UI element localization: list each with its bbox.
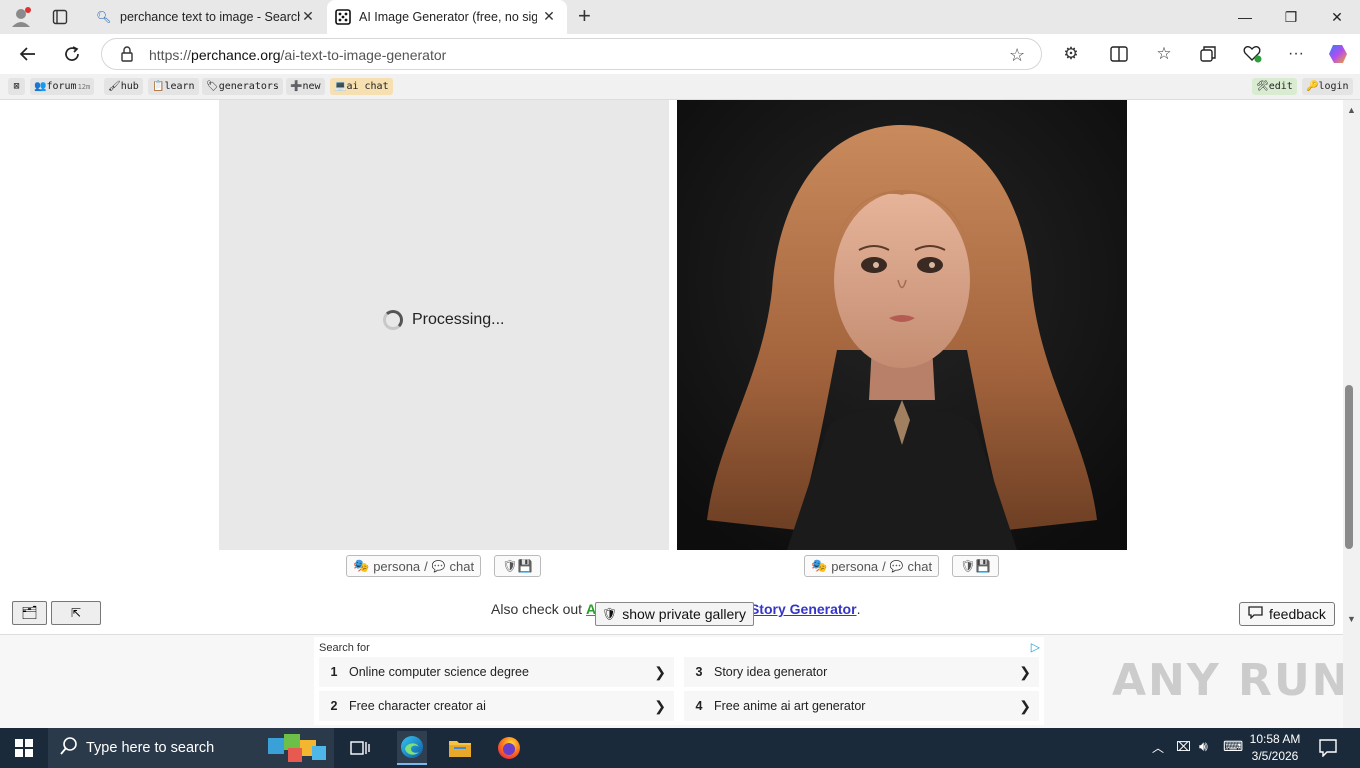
- shield-icon: 🛡: [502, 559, 518, 573]
- close-tab-icon[interactable]: ✕: [300, 8, 316, 24]
- story-generator-link[interactable]: Story Generator: [750, 601, 857, 617]
- chat-icon: 💬: [431, 560, 446, 573]
- search-for-label: Search for: [319, 642, 370, 654]
- notifications-icon[interactable]: [1318, 737, 1338, 762]
- comment-icon: [1248, 606, 1263, 622]
- ad-item[interactable]: 4 Free anime ai art generator ❯: [684, 691, 1039, 721]
- refresh-icon[interactable]: [56, 39, 88, 69]
- toolbar-forum-button[interactable]: 👥 forum 12m: [30, 78, 95, 95]
- ad-choices-icon[interactable]: ▷: [1031, 640, 1040, 654]
- more-menu-icon[interactable]: ···: [1280, 39, 1312, 69]
- task-view-icon[interactable]: [346, 734, 374, 762]
- generated-image[interactable]: [677, 100, 1127, 550]
- browser-essentials-icon[interactable]: [1236, 39, 1268, 69]
- processing-text: Processing...: [412, 311, 505, 328]
- search-ad-box: Search for ▷ 1 Online computer science de…: [314, 637, 1044, 725]
- persona-chat-button-right[interactable]: 🎭 persona / 💬 chat: [804, 555, 940, 577]
- spinner-icon: [383, 310, 403, 330]
- tab-ai-image-generator[interactable]: AI Image Generator (free, no sign ✕: [327, 0, 567, 34]
- tab-title: perchance text to image - Search: [120, 10, 300, 24]
- toolbar-new-button[interactable]: ➕ new: [286, 78, 325, 95]
- scrollbar-thumb[interactable]: [1345, 385, 1353, 549]
- input-method-icon[interactable]: ⌨: [1223, 738, 1243, 755]
- shield-icon: 🛡: [602, 607, 618, 621]
- chevron-right-icon: ❯: [654, 664, 666, 680]
- toolbar-edit-button[interactable]: 🛠 edit: [1252, 78, 1297, 95]
- file-explorer-icon[interactable]: [446, 734, 474, 762]
- toolbar-ai-chat-button[interactable]: 💻 ai chat: [330, 78, 393, 95]
- ad-item[interactable]: 2 Free character creator ai ❯: [319, 691, 674, 721]
- chevron-right-icon: ❯: [1019, 664, 1031, 680]
- perchance-toolbar: ⊠ 👥 forum 12m 🖌 hub 📋 learn 🏷 generators ➕ new…: [0, 74, 1360, 100]
- window-close-icon[interactable]: ✕: [1314, 0, 1360, 34]
- show-hidden-icons-icon[interactable]: ︿: [1152, 739, 1164, 756]
- new-tab-icon[interactable]: +: [578, 5, 598, 28]
- search-icon: [60, 737, 78, 759]
- address-bar[interactable]: https://perchance.org/ai-text-to-image-g…: [101, 38, 1042, 70]
- edge-taskbar-icon[interactable]: [397, 731, 427, 765]
- favorite-star-icon[interactable]: ☆: [1009, 45, 1025, 66]
- chevron-right-icon: ❯: [1019, 698, 1031, 714]
- save-image-button-right[interactable]: 🛡 💾: [952, 555, 999, 577]
- copilot-icon[interactable]: [1322, 39, 1354, 69]
- page-content: Processing... 🎭 persona / 💬 chat 🛡 💾 🎭 p…: [0, 100, 1343, 728]
- show-private-gallery-button[interactable]: 🛡 show private gallery: [595, 602, 754, 626]
- windows-start-icon[interactable]: [10, 734, 38, 762]
- scroll-down-arrow-icon[interactable]: ▼: [1347, 614, 1356, 624]
- volume-icon[interactable]: 🔊︎: [1199, 738, 1208, 755]
- gallery-icon: 🗂: [21, 605, 38, 620]
- toolbar-generators-button[interactable]: 🏷 generators: [202, 78, 283, 95]
- persona-icon: 🎭: [353, 558, 370, 573]
- toolbar-hub-button[interactable]: 🖌 hub: [104, 78, 143, 95]
- windows-taskbar: Type here to search ︿ ⌧ 🔊︎ ⌨ 10:58 AM 3/…: [0, 728, 1360, 768]
- favorites-icon[interactable]: ☆: [1148, 39, 1180, 69]
- search-highlight-icon: [266, 732, 328, 764]
- url-text[interactable]: https://perchance.org/ai-text-to-image-g…: [149, 47, 446, 63]
- taskbar-clock[interactable]: 10:58 AM 3/5/2026: [1245, 731, 1305, 765]
- save-image-button-left[interactable]: 🛡 💾: [494, 555, 541, 577]
- persona-chat-button-left[interactable]: 🎭 persona / 💬 chat: [346, 555, 482, 577]
- tab-actions-icon[interactable]: [52, 9, 68, 25]
- restore-icon[interactable]: ❐: [1268, 0, 1314, 34]
- taskbar-search-box[interactable]: Type here to search: [48, 728, 334, 768]
- close-tab-icon[interactable]: ✕: [541, 8, 557, 24]
- extensions-icon[interactable]: ⚙: [1055, 39, 1087, 69]
- chevron-right-icon: ❯: [654, 698, 666, 714]
- feedback-button[interactable]: feedback: [1239, 602, 1335, 626]
- collections-icon[interactable]: [1192, 39, 1224, 69]
- gallery-toggle-button[interactable]: 🗂: [12, 601, 47, 625]
- anyrun-watermark: ANY RUN: [1112, 655, 1351, 706]
- scroll-up-arrow-icon[interactable]: ▲: [1347, 105, 1356, 115]
- toolbar-login-button[interactable]: 🔑 login: [1302, 78, 1353, 95]
- processing-indicator: Processing...: [383, 310, 504, 330]
- lock-icon[interactable]: [120, 46, 134, 62]
- dice-icon: [335, 9, 351, 25]
- save-icon: 💾: [975, 559, 991, 573]
- chat-icon: 💬: [889, 560, 904, 573]
- ad-item[interactable]: 3 Story idea generator ❯: [684, 657, 1039, 687]
- split-screen-icon[interactable]: [1103, 39, 1135, 69]
- scroll-top-button[interactable]: ⇱: [51, 601, 101, 625]
- back-icon[interactable]: [12, 39, 44, 69]
- ad-item[interactable]: 1 Online computer science degree ❯: [319, 657, 674, 687]
- network-icon[interactable]: ⌧: [1176, 739, 1191, 755]
- profile-avatar-icon[interactable]: [10, 6, 32, 28]
- firefox-icon[interactable]: [495, 734, 523, 762]
- search-icon: 🔍︎: [96, 10, 112, 24]
- shield-icon: 🛡: [960, 559, 976, 573]
- toggle-toolbar-button[interactable]: ⊠: [8, 78, 25, 95]
- navigation-bar: https://perchance.org/ai-text-to-image-g…: [0, 34, 1360, 74]
- save-icon: 💾: [517, 559, 533, 573]
- browser-tab-bar: 🔍︎ perchance text to image - Search ✕ AI…: [0, 0, 1360, 34]
- toolbar-learn-button[interactable]: 📋 learn: [148, 78, 199, 95]
- tab-search[interactable]: 🔍︎ perchance text to image - Search ✕: [88, 0, 326, 34]
- tab-title: AI Image Generator (free, no sign: [359, 10, 537, 24]
- minimize-icon[interactable]: —: [1222, 0, 1268, 34]
- persona-icon: 🎭: [811, 558, 828, 573]
